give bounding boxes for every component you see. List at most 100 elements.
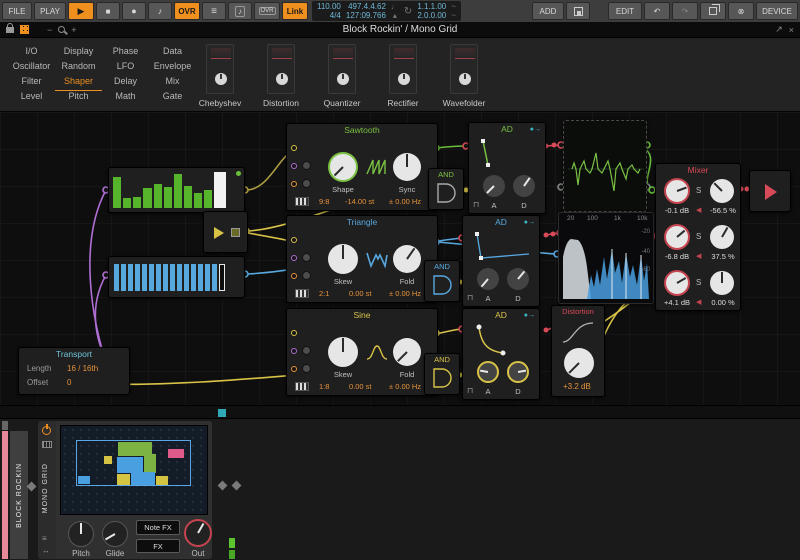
sine-module[interactable]: Sine Skew Fold 1:8 0.00 st ± 0.00 Hz bbox=[286, 308, 438, 396]
and-gate-2[interactable]: AND bbox=[424, 260, 460, 302]
mixer-pan-value-2[interactable]: 37.5 % bbox=[704, 252, 742, 261]
step-bar[interactable] bbox=[121, 263, 126, 291]
decay-knob[interactable] bbox=[513, 175, 535, 197]
sine-pitch-port[interactable] bbox=[291, 366, 297, 372]
play-button[interactable]: ▶ bbox=[68, 2, 94, 20]
transport-display[interactable]: 110.00 4/4 497.4.4.62 127:09.766 ♩ ▴ ↻ 1… bbox=[312, 1, 461, 21]
sawtooth-hz-value[interactable]: ± 0.00 Hz bbox=[389, 197, 421, 206]
sine-keytrack-icon[interactable] bbox=[295, 382, 309, 391]
mixer-volume-knob-1[interactable] bbox=[664, 178, 690, 204]
category-lfo[interactable]: LFO bbox=[102, 61, 149, 76]
triangle-keytrack-icon[interactable] bbox=[295, 289, 309, 298]
category-math[interactable]: Math bbox=[102, 91, 149, 106]
punch-out-icon[interactable]: ~ bbox=[451, 11, 456, 20]
category-filter[interactable]: Filter bbox=[8, 76, 55, 91]
device-remote-icon[interactable]: ≡ bbox=[42, 534, 47, 543]
automation-menu-button[interactable]: ≡ bbox=[202, 2, 226, 20]
distortion-gain-knob[interactable] bbox=[564, 348, 594, 378]
step-bar[interactable] bbox=[153, 183, 162, 208]
mixer-pan-knob-2[interactable] bbox=[710, 225, 734, 249]
device-power-icon[interactable] bbox=[42, 424, 51, 435]
category-display[interactable]: Display bbox=[55, 46, 102, 61]
add-device-diamond[interactable] bbox=[217, 480, 228, 491]
sine-semitone-value[interactable]: 0.00 st bbox=[349, 382, 372, 391]
device-card-wavefolder[interactable]: Wavefolder bbox=[442, 44, 486, 108]
loop-start-value[interactable]: 1.1.1.00 bbox=[417, 2, 446, 11]
sine-ratio-value[interactable]: 1:8 bbox=[319, 382, 329, 391]
step-bar[interactable] bbox=[133, 197, 142, 208]
solo-button-3[interactable]: S bbox=[696, 278, 701, 287]
spectrum-module[interactable]: 20 100 1k 10k -20 -40 -60 bbox=[558, 212, 654, 304]
sawtooth-sync-knob[interactable] bbox=[393, 153, 421, 181]
grid-view-icon[interactable] bbox=[20, 25, 29, 34]
triangle-skew-knob[interactable] bbox=[328, 244, 358, 274]
step-bar[interactable] bbox=[113, 177, 122, 208]
category-envelope[interactable]: Envelope bbox=[149, 61, 196, 76]
sawtooth-phase-port[interactable] bbox=[291, 145, 297, 151]
category-oscillator[interactable]: Oscillator bbox=[8, 61, 55, 76]
note-fx-slot[interactable]: Note FX bbox=[136, 520, 180, 535]
sine-fold-knob[interactable] bbox=[393, 338, 421, 366]
loop-end-value[interactable]: 2.0.0.00 bbox=[417, 11, 446, 20]
mixer-volume-knob-3[interactable] bbox=[664, 270, 690, 296]
ad-envelope-3[interactable]: AD ●→ ⊓ A D bbox=[462, 308, 540, 400]
solo-button-2[interactable]: S bbox=[696, 232, 701, 241]
step-bar[interactable] bbox=[198, 263, 203, 291]
category-phase[interactable]: Phase bbox=[102, 46, 149, 61]
add-button[interactable]: ADD bbox=[532, 2, 564, 20]
step-bar[interactable] bbox=[173, 173, 182, 208]
edit-menu-button[interactable]: EDIT bbox=[608, 2, 642, 20]
device-card-quantizer[interactable]: Quantizer bbox=[320, 44, 364, 108]
triangle-hz-value[interactable]: ± 0.00 Hz bbox=[389, 289, 421, 298]
mixer-volume-value-2[interactable]: -6.8 dB bbox=[658, 252, 696, 261]
gate-mode-icon[interactable]: ⊓ bbox=[473, 200, 479, 209]
sine-phase-port[interactable] bbox=[291, 330, 297, 336]
mixer-pan-value-3[interactable]: 0.00 % bbox=[704, 298, 742, 307]
attack-knob[interactable] bbox=[477, 361, 499, 383]
ad-envelope-display[interactable] bbox=[477, 137, 539, 171]
step-bar[interactable] bbox=[191, 263, 196, 291]
audio-out-module[interactable] bbox=[749, 170, 791, 212]
length-value[interactable]: 16 / 16th bbox=[67, 364, 98, 373]
sine-skew-mod-port[interactable] bbox=[291, 348, 297, 354]
loop-icon[interactable]: ↻ bbox=[404, 6, 412, 16]
distortion-module[interactable]: Distortion +3.2 dB bbox=[551, 305, 605, 397]
decay-knob[interactable] bbox=[507, 268, 529, 290]
sawtooth-semitone-value[interactable]: -14.00 st bbox=[345, 197, 374, 206]
attack-knob[interactable] bbox=[483, 175, 505, 197]
play-menu-button[interactable]: PLAY bbox=[34, 2, 66, 20]
clip-overdub-button[interactable]: OVR bbox=[254, 2, 280, 20]
blue-steps-display[interactable] bbox=[114, 263, 236, 291]
category-level[interactable]: Level bbox=[8, 91, 55, 106]
ad-envelope-display[interactable] bbox=[471, 323, 533, 357]
zoom-icon[interactable] bbox=[58, 26, 66, 33]
retrigger-toggle[interactable]: ●→ bbox=[530, 126, 541, 133]
category-data[interactable]: Data bbox=[149, 46, 196, 61]
grid-canvas[interactable]: Transport Length 16 / 16th Offset 0 Sawt… bbox=[0, 112, 800, 405]
ad-envelope-display[interactable] bbox=[471, 230, 533, 264]
mixer-pan-knob-1[interactable] bbox=[710, 179, 734, 203]
triangle-pitch-amount-knob[interactable] bbox=[302, 271, 311, 280]
triangle-semitone-value[interactable]: 0.00 st bbox=[349, 289, 372, 298]
sine-mod-amount-knob[interactable] bbox=[302, 346, 311, 355]
fx-slot[interactable]: FX bbox=[136, 539, 180, 553]
triangle-ratio-value[interactable]: 2:1 bbox=[319, 289, 329, 298]
undo-button[interactable]: ↶ bbox=[644, 2, 670, 20]
mixer-volume-knob-2[interactable] bbox=[664, 224, 690, 250]
trigger-module[interactable] bbox=[203, 211, 248, 253]
category-shaper[interactable]: Shaper bbox=[55, 76, 102, 91]
sawtooth-pitch-amount-knob[interactable] bbox=[302, 179, 311, 188]
solo-button-1[interactable]: S bbox=[696, 186, 701, 195]
distortion-gain-value[interactable]: +3.2 dB bbox=[563, 382, 591, 391]
sine-pitch-amount-knob[interactable] bbox=[302, 364, 311, 373]
retrigger-toggle[interactable]: ●→ bbox=[524, 312, 535, 319]
step-bar[interactable] bbox=[142, 263, 147, 291]
category-delay[interactable]: Delay bbox=[102, 76, 149, 91]
mixer-module[interactable]: Mixer S -0.1 dB ◀ -56.5 % S -6.8 dB ◀ 37… bbox=[655, 163, 741, 311]
step-bar[interactable] bbox=[163, 263, 168, 291]
link-button[interactable]: Link bbox=[282, 2, 308, 20]
gate-mode-icon[interactable]: ⊓ bbox=[467, 293, 473, 302]
category-io[interactable]: I/O bbox=[8, 46, 55, 61]
close-editor-icon[interactable]: × bbox=[789, 25, 794, 35]
steps-module-green[interactable] bbox=[108, 167, 245, 213]
